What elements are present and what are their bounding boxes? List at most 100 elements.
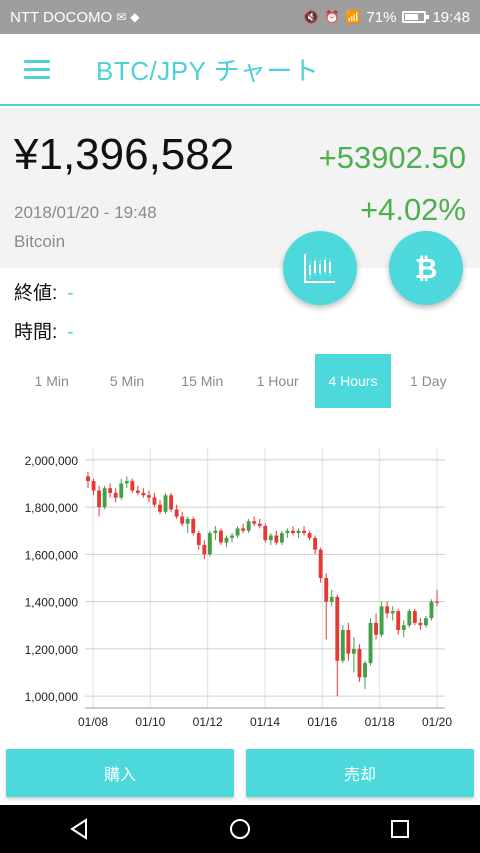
coin-name: Bitcoin (14, 232, 66, 251)
candle-body (302, 530, 306, 534)
x-tick-label: 01/18 (365, 715, 395, 729)
tab-1-min[interactable]: 1 Min (14, 354, 89, 408)
candle-body (163, 495, 168, 512)
candle-body (335, 596, 340, 661)
candle-body (207, 533, 212, 555)
price-change-percent: +4.02% (359, 192, 466, 227)
price-change: +53902.50 (318, 140, 466, 175)
y-tick-label: 1,800,000 (25, 501, 79, 515)
candle-body (213, 530, 218, 534)
status-bar: NTT DOCOMO ✉ ◆ 🔇 ⏰ 📶 71% 19:48 (0, 0, 480, 34)
bitcoin-icon: ₿ (415, 252, 438, 285)
candle-body (401, 625, 406, 630)
candle-body (418, 622, 423, 626)
candle-body (429, 601, 434, 619)
y-tick-label: 1,000,000 (25, 690, 79, 704)
candle-body (368, 622, 373, 664)
x-tick-label: 01/10 (135, 715, 165, 729)
candle-body (390, 611, 395, 614)
mute-icon: 🔇 (303, 10, 319, 24)
candle-body (263, 526, 268, 541)
bitcoin-button[interactable]: ₿ (389, 231, 463, 305)
tab-5-min[interactable]: 5 Min (89, 354, 164, 408)
recents-button[interactable] (370, 809, 430, 849)
battery-icon (402, 11, 430, 23)
candle-body (135, 490, 140, 493)
candle-body (230, 535, 234, 538)
wifi-icon: 📶 (345, 10, 361, 24)
candle-body (351, 648, 356, 654)
candle-body (180, 516, 185, 524)
candle-body (108, 488, 113, 493)
tab-1-hour[interactable]: 1 Hour (240, 354, 315, 408)
candle-body (285, 530, 290, 534)
candle-body (252, 521, 257, 524)
system-nav-bar (0, 805, 480, 853)
x-tick-label: 01/14 (250, 715, 280, 729)
candle-body (279, 533, 284, 543)
time-value: - (67, 322, 74, 343)
x-tick-label: 01/12 (193, 715, 223, 729)
home-icon (230, 819, 250, 839)
candle-body (235, 528, 240, 536)
candle-body (158, 504, 162, 512)
candle-body (124, 481, 129, 484)
candle-body (246, 521, 251, 531)
tab-4-hours[interactable]: 4 Hours (315, 354, 391, 408)
candle-body (97, 490, 102, 508)
candle-body (152, 497, 157, 505)
tab-15-min[interactable]: 15 Min (165, 354, 240, 408)
y-tick-label: 2,000,000 (25, 454, 79, 468)
y-tick-label: 1,600,000 (25, 548, 79, 562)
candle-body (379, 606, 384, 635)
close-value: - (67, 283, 74, 304)
menu-icon[interactable] (24, 59, 50, 79)
candle-body (146, 495, 151, 498)
candle-body (296, 530, 301, 534)
candle-body (318, 549, 323, 578)
home-button[interactable] (210, 809, 270, 849)
candle-body (119, 483, 124, 498)
candle-body (196, 533, 201, 545)
candle-body (141, 492, 146, 496)
candle-body (329, 596, 334, 602)
candle-body (130, 481, 135, 491)
close-label: 終値: (14, 283, 58, 304)
candle-body (219, 530, 223, 543)
candlestick-chart-button[interactable] (283, 231, 357, 305)
alarm-icon: ⏰ (324, 10, 340, 24)
back-button[interactable] (50, 809, 110, 849)
candle-body (102, 488, 107, 508)
x-tick-label: 01/08 (78, 715, 108, 729)
buy-button[interactable]: 購入 (6, 749, 234, 797)
candle-body (169, 495, 174, 510)
tab-1-day[interactable]: 1 Day (391, 354, 466, 408)
recents-icon (391, 820, 409, 838)
candle-body (202, 544, 207, 555)
interval-tabs: 1 Min 5 Min 15 Min 1 Hour 4 Hours 1 Day (14, 354, 466, 408)
candle-body (185, 518, 190, 524)
price-chart[interactable]: 2,000,000 1,800,000 1,600,000 1,400,000 1,20… (0, 440, 480, 740)
dropbox-icon: ◆ (130, 10, 140, 24)
app-bar: BTC/JPY チャート (0, 34, 480, 106)
candle-body (412, 611, 417, 623)
time-label: 時間: (14, 322, 58, 343)
page-title: BTC/JPY チャート (96, 55, 320, 86)
battery-percent: 71% (366, 8, 397, 26)
candle-body (363, 663, 367, 678)
sell-button[interactable]: 売却 (246, 749, 474, 797)
candle-body (174, 509, 179, 517)
candle-body (307, 533, 312, 538)
y-tick-label: 1,200,000 (25, 643, 79, 657)
svg-text:₿: ₿ (415, 252, 438, 285)
notification-icon: ✉ (116, 10, 127, 24)
candle-body (91, 481, 96, 491)
candle-body (274, 535, 279, 543)
candlestick-icon (304, 254, 335, 283)
x-tick-label: 01/16 (307, 715, 337, 729)
candle-body (241, 528, 246, 531)
candle-body (407, 611, 412, 626)
clock: 19:48 (432, 8, 470, 26)
candle-body (340, 630, 345, 661)
candle-body (291, 530, 295, 534)
